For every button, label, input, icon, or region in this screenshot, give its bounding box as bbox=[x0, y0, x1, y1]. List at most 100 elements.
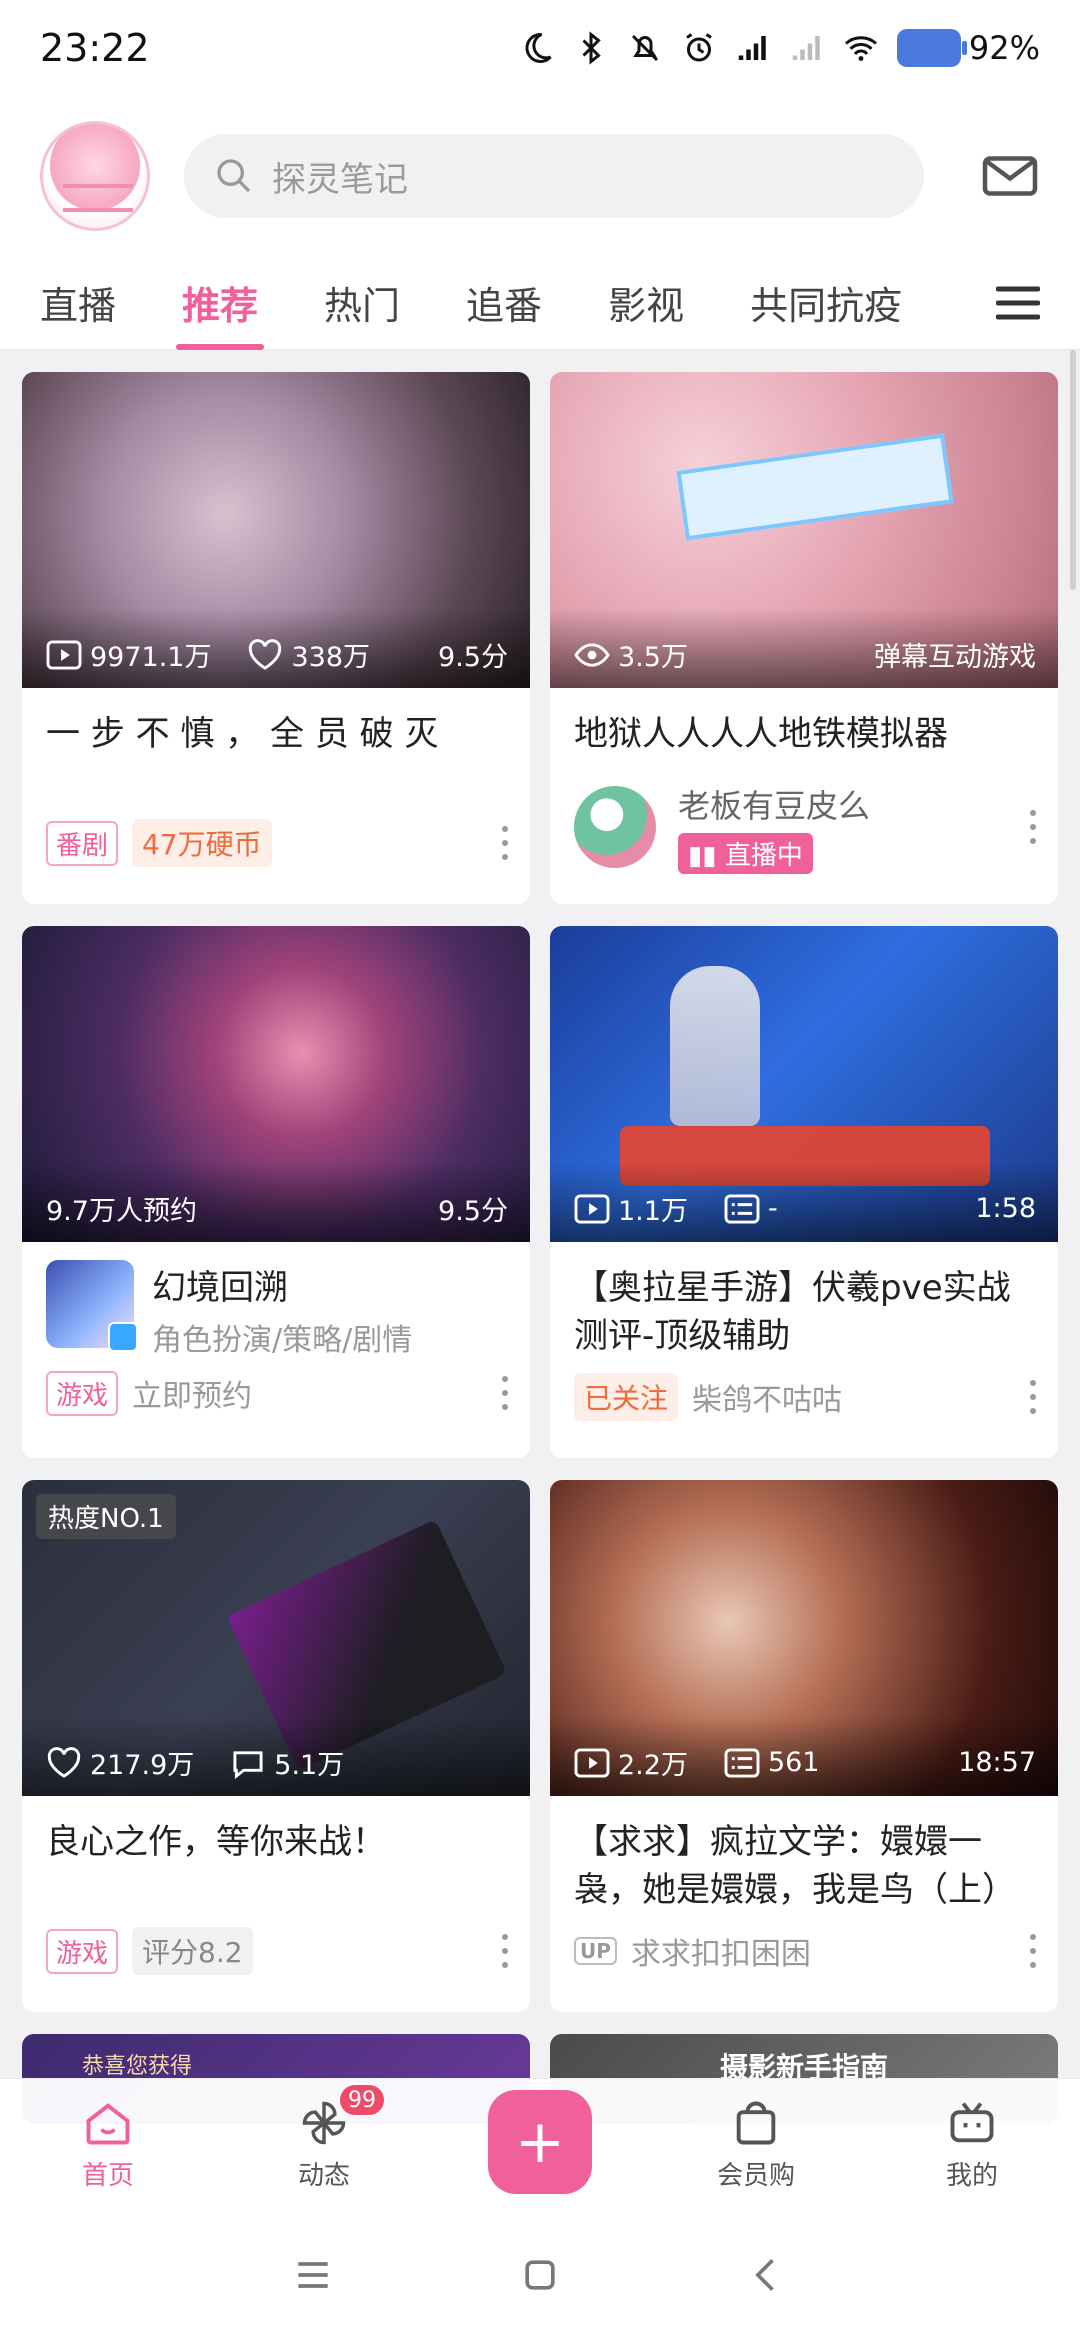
video-thumbnail[interactable]: 2.2万 561 18:57 bbox=[550, 1480, 1058, 1796]
rating-tag: 评分8.2 bbox=[132, 1927, 253, 1975]
signal-icon bbox=[738, 36, 766, 60]
like-count: 217.9万 bbox=[90, 1750, 195, 1781]
video-thumbnail[interactable]: 9971.1万 338万 9.5分 bbox=[22, 372, 530, 688]
tab-live[interactable]: 直播 bbox=[40, 256, 116, 350]
game-card[interactable]: 热度NO.1 217.9万 5.1万 良心之作，等你来战！ 游戏 评分8.2 bbox=[22, 1480, 530, 2012]
nav-profile-label: 我的 bbox=[945, 2161, 998, 2191]
home-icon bbox=[86, 2103, 130, 2145]
coin-tag: 47万硬币 bbox=[132, 819, 272, 867]
search-placeholder: 探灵笔记 bbox=[272, 159, 408, 200]
nav-dynamics[interactable]: 99 动态 bbox=[216, 2083, 432, 2192]
danmaku-icon bbox=[724, 1747, 760, 1778]
video-title[interactable]: 良心之作，等你来战！ bbox=[22, 1796, 530, 1916]
post-button[interactable]: + bbox=[488, 2089, 592, 2194]
video-card[interactable]: 1.1万 - 1:58 【奥拉星手游】伏羲pve实战测评-顶级辅助 已关注 柴鸽… bbox=[550, 926, 1058, 1458]
tab-recommend[interactable]: 推荐 bbox=[176, 256, 265, 350]
tab-movies[interactable]: 影视 bbox=[608, 256, 684, 350]
status-bar: 23:22 92% bbox=[0, 0, 1080, 96]
more-options-icon[interactable] bbox=[1028, 810, 1038, 844]
danmaku-count: 561 bbox=[767, 1747, 820, 1778]
shopping-bag-icon bbox=[736, 2101, 776, 2145]
system-nav-bar bbox=[0, 2210, 1080, 2340]
notification-badge: 99 bbox=[338, 2083, 386, 2117]
hot-rank-badge: 热度NO.1 bbox=[36, 1494, 176, 1539]
video-card[interactable]: 9971.1万 338万 9.5分 一 步 不 慎 ， 全 员 破 灭 番剧 4… bbox=[22, 372, 530, 904]
video-card[interactable]: 3.5万 弹幕互动游戏 地狱人人人人地铁模拟器 老板有豆皮么 ▮▮ 直播中 bbox=[550, 372, 1058, 904]
up-badge: UP bbox=[574, 1937, 617, 1965]
recent-apps-icon[interactable] bbox=[291, 2253, 335, 2297]
tab-anime[interactable]: 追番 bbox=[466, 256, 542, 350]
nav-shop-label: 会员购 bbox=[716, 2161, 795, 2191]
uploader-name[interactable]: 老板有豆皮么 bbox=[678, 781, 870, 827]
reservation-count: 9.7万人预约 bbox=[46, 1196, 197, 1227]
video-thumbnail[interactable]: 热度NO.1 217.9万 5.1万 bbox=[22, 1480, 530, 1796]
danmaku-count: - bbox=[767, 1193, 778, 1224]
more-options-icon[interactable] bbox=[500, 1934, 510, 1968]
more-options-icon[interactable] bbox=[500, 826, 510, 860]
like-icon bbox=[249, 638, 282, 670]
app-header: 探灵笔记 bbox=[0, 96, 1080, 256]
video-title[interactable]: 地狱人人人人地铁模拟器 bbox=[550, 688, 1058, 772]
nav-profile[interactable]: 我的 bbox=[864, 2097, 1080, 2192]
video-thumbnail[interactable]: 1.1万 - 1:58 bbox=[550, 926, 1058, 1242]
nav-shop[interactable]: 会员购 bbox=[648, 2097, 864, 2192]
live-badge-label: 直播中 bbox=[724, 840, 803, 871]
play-count: 2.2万 bbox=[618, 1750, 688, 1781]
video-title[interactable]: 【求求】疯拉文学：嬛嬛一袅，她是嬛嬛，我是鸟（上） bbox=[550, 1796, 1058, 1916]
scrollbar[interactable] bbox=[1070, 350, 1076, 590]
search-bar[interactable]: 探灵笔记 bbox=[184, 134, 924, 218]
game-icon[interactable] bbox=[46, 1260, 138, 1352]
back-icon[interactable] bbox=[745, 2253, 789, 2297]
video-title[interactable]: 一 步 不 慎 ， 全 员 破 灭 bbox=[22, 688, 530, 808]
nav-home[interactable]: 首页 bbox=[0, 2097, 216, 2192]
game-card[interactable]: 9.7万人预约 9.5分 幻境回溯 角色扮演/策略/剧情 游戏 立即预约 bbox=[22, 926, 530, 1458]
duration: 18:57 bbox=[958, 1747, 1036, 1778]
uploader-name[interactable]: 求求扣扣困困 bbox=[631, 1929, 811, 1973]
video-thumbnail[interactable]: 3.5万 弹幕互动游戏 bbox=[550, 372, 1058, 688]
home-button-icon[interactable] bbox=[518, 2253, 562, 2297]
score: 9.5分 bbox=[438, 642, 508, 673]
play-count: 1.1万 bbox=[618, 1196, 688, 1227]
danmaku-icon bbox=[724, 1193, 760, 1224]
comment-count: 5.1万 bbox=[274, 1750, 345, 1781]
battery-indicator: 92% bbox=[896, 29, 1040, 67]
like-count: 338万 bbox=[291, 642, 371, 673]
reserve-button[interactable]: 立即预约 bbox=[132, 1371, 252, 1415]
game-title[interactable]: 幻境回溯 bbox=[152, 1260, 412, 1309]
alarm-icon bbox=[686, 33, 712, 62]
tab-fight-epidemic[interactable]: 共同抗疫 bbox=[750, 256, 902, 350]
game-thumbnail[interactable]: 9.7万人预约 9.5分 bbox=[22, 926, 530, 1242]
view-icon bbox=[574, 642, 610, 667]
tabs-menu-icon[interactable] bbox=[996, 286, 1040, 320]
uploader-avatar[interactable] bbox=[574, 786, 656, 868]
mail-icon[interactable] bbox=[980, 146, 1040, 206]
nav-post[interactable]: + bbox=[432, 2089, 648, 2194]
search-icon bbox=[217, 159, 251, 193]
live-badge: ▮▮ 直播中 bbox=[678, 832, 813, 874]
user-avatar[interactable] bbox=[40, 121, 150, 231]
mute-icon bbox=[631, 34, 658, 62]
play-count-icon bbox=[46, 639, 82, 670]
more-options-icon[interactable] bbox=[1028, 1934, 1038, 1968]
type-tag: 游戏 bbox=[46, 1370, 119, 1416]
nav-dynamics-label: 动态 bbox=[297, 2161, 350, 2191]
view-count: 3.5万 bbox=[618, 642, 688, 673]
category-label: 弹幕互动游戏 bbox=[874, 642, 1036, 673]
video-card[interactable]: 2.2万 561 18:57 【求求】疯拉文学：嬛嬛一袅，她是嬛嬛，我是鸟（上）… bbox=[550, 1480, 1058, 2012]
category-tabs: 直播 推荐 热门 追番 影视 共同抗疫 bbox=[0, 256, 1080, 350]
duration: 1:58 bbox=[975, 1193, 1036, 1224]
like-icon bbox=[47, 1746, 81, 1778]
play-count-icon bbox=[574, 1193, 610, 1224]
tab-hot[interactable]: 热门 bbox=[324, 256, 400, 350]
video-title[interactable]: 【奥拉星手游】伏羲pve实战测评-顶级辅助 bbox=[550, 1242, 1058, 1362]
bluetooth-icon bbox=[582, 31, 601, 65]
more-options-icon[interactable] bbox=[500, 1376, 510, 1410]
moon-icon bbox=[525, 32, 552, 63]
uploader-name[interactable]: 柴鸽不咕咕 bbox=[692, 1375, 842, 1419]
play-count-icon bbox=[574, 1747, 610, 1778]
tv-icon bbox=[950, 2102, 994, 2143]
more-options-icon[interactable] bbox=[1028, 1380, 1038, 1414]
banner-graphic bbox=[676, 433, 954, 541]
type-tag: 番剧 bbox=[46, 820, 119, 866]
nav-home-label: 首页 bbox=[81, 2161, 134, 2191]
